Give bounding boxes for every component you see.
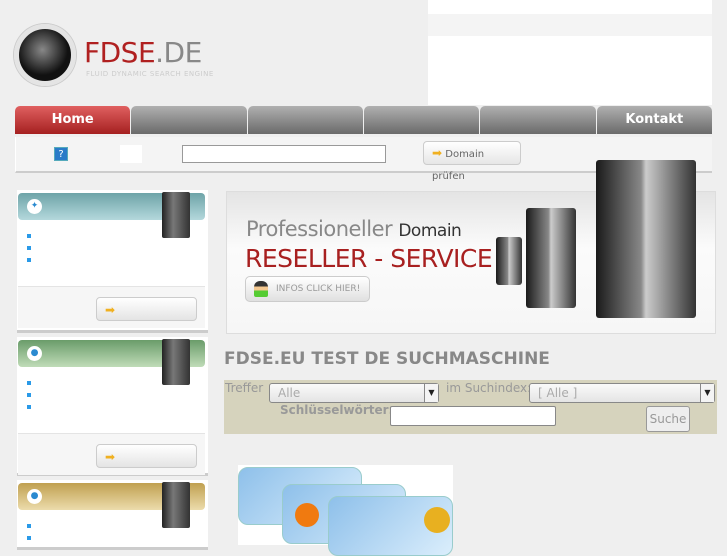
list-item[interactable] [27,258,31,262]
server-image [596,160,696,318]
banner-line2: RESELLER - SERVICE [245,244,493,273]
sidebar-box-3: ● [17,480,208,550]
promo-image[interactable] [238,465,453,556]
list-item[interactable] [27,381,31,385]
index-select[interactable]: [ Alle ] ▼ [529,383,715,403]
logo-title-main: FDSE [84,36,156,69]
server-image [496,237,522,285]
sidebar-more-button[interactable]: ➡ [96,297,197,321]
sidebar-list [27,381,31,417]
header-panel [428,0,712,105]
index-label: im Suchindex: [446,381,532,395]
header-bar [428,14,712,36]
tab-3[interactable] [247,106,363,134]
tab-2[interactable] [131,106,247,134]
globe-icon: ● [27,489,42,504]
sidebar-box-2: ● ➡ [17,337,208,476]
sidebar-box-1: ✦ ➡ [17,190,208,333]
logo-title[interactable]: FDSE.DE [84,36,202,69]
list-item[interactable] [27,405,31,409]
banner-line1-light: Professioneller [246,217,393,241]
arrow-right-icon: ➡ [105,303,116,317]
gear-icon [424,507,450,533]
sidebar-box-footer: ➡ [18,286,205,328]
domain-tld-field[interactable] [120,145,142,163]
sidebar-list [27,234,31,270]
main-nav: Home Kontakt [15,106,712,134]
search-form: Treffer Alle ▼ im Suchindex: [ Alle ] ▼ Sc… [224,380,717,434]
search-title: FDSE.EU TEST DE SUCHMASCHINE [224,349,550,369]
server-icon [162,192,190,238]
infos-button-label: INFOS CLICK HIER! [276,284,361,294]
logo-title-suffix: .DE [155,36,202,69]
banner-line1-dark: Domain [398,221,462,241]
sidebar-box-footer: ➡ [18,433,205,475]
tab-kontakt[interactable]: Kontakt [596,106,712,134]
sun-icon [295,503,319,527]
keywords-input[interactable] [390,406,556,426]
search-button[interactable]: Suche [646,406,690,432]
treffer-select[interactable]: Alle ▼ [269,383,439,403]
index-value: [ Alle ] [538,386,578,400]
infos-button[interactable]: INFOS CLICK HIER! [245,276,370,302]
server-icon [162,339,190,385]
app-card-icon [328,496,453,556]
logo-globe-icon[interactable] [14,24,76,86]
domain-input[interactable] [182,145,386,163]
user-icon [254,281,268,297]
logo-tagline: FLUID DYNAMIC SEARCH ENGINE [86,70,214,78]
banner-line1: Professioneller Domain [246,217,462,241]
chevron-down-icon: ▼ [424,384,438,402]
treffer-value: Alle [278,386,301,400]
list-item[interactable] [27,393,31,397]
sidebar-list [27,524,31,548]
tab-4[interactable] [363,106,480,134]
tab-5[interactable] [480,106,596,134]
tab-home[interactable]: Home [15,106,131,134]
list-item[interactable] [27,524,31,528]
keywords-label: Schlüsselwörter: [280,403,394,417]
server-image [526,208,576,308]
network-icon: ✦ [27,199,42,214]
list-item[interactable] [27,234,31,238]
treffer-label: Treffer [225,381,264,395]
arrow-right-icon: ➡ [105,450,116,464]
server-icon [162,482,190,528]
sidebar-more-button[interactable]: ➡ [96,444,197,468]
chevron-down-icon: ▼ [700,384,714,402]
domain-check-button[interactable]: ➡ Domain prüfen [423,141,521,182]
list-item[interactable] [27,536,31,540]
list-item[interactable] [27,246,31,250]
globe-icon: ● [27,346,42,361]
help-icon[interactable]: ? [54,147,68,161]
arrow-right-icon: ➡ [432,146,443,160]
